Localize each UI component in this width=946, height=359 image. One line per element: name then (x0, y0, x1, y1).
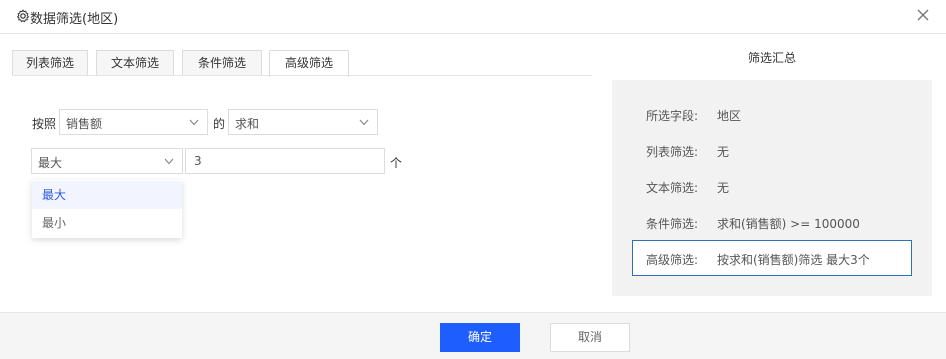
summary-key: 列表筛选: (646, 145, 699, 159)
summary-row-list: 列表筛选: 无 (612, 138, 932, 162)
summary-value: 无 (717, 145, 730, 159)
summary-key: 高级筛选: (646, 253, 699, 267)
summary-value: 按求和(销售额)筛选 最大3个 (717, 253, 870, 267)
dropdown-option-min[interactable]: 最小 (32, 209, 182, 237)
summary-value: 无 (717, 181, 730, 195)
chevron-down-icon (164, 158, 174, 165)
dialog-header: 数据筛选(地区) (0, 0, 946, 34)
summary-title: 筛选汇总 (747, 51, 796, 65)
dropdown-option-max[interactable]: 最大 (32, 181, 182, 209)
field-select-value: 销售额 (66, 117, 103, 131)
mode-select-value: 最大 (38, 156, 63, 170)
dialog-footer: 确定 取消 (0, 312, 946, 359)
close-icon[interactable] (916, 8, 930, 22)
summary-key: 所选字段: (646, 109, 699, 123)
mode-select[interactable]: 最大 (31, 148, 183, 174)
summary-row-advanced: 高级筛选: 按求和(销售额)筛选 最大3个 (632, 240, 912, 276)
tab-condition-filter[interactable]: 条件筛选 (182, 50, 262, 76)
aggregate-select[interactable]: 求和 (228, 109, 378, 135)
tab-list-filter[interactable]: 列表筛选 (12, 50, 88, 76)
cancel-button[interactable]: 取消 (550, 323, 630, 352)
tab-advanced-filter[interactable]: 高级筛选 (269, 50, 349, 77)
summary-value: 地区 (717, 109, 742, 123)
mode-dropdown-menu: 最大 最小 (32, 180, 182, 238)
dialog-title: 数据筛选(地区) (30, 12, 119, 27)
gear-icon (16, 9, 30, 23)
of-label: 的 (213, 117, 226, 131)
count-input-value: 3 (194, 154, 202, 168)
count-input[interactable]: 3 (185, 148, 385, 174)
unit-label: 个 (390, 156, 403, 170)
tabs-divider (12, 75, 592, 76)
summary-key: 文本筛选: (646, 181, 699, 195)
aggregate-select-value: 求和 (235, 117, 260, 131)
summary-key: 条件筛选: (646, 217, 699, 231)
summary-panel: 所选字段: 地区 列表筛选: 无 文本筛选: 无 条件筛选: 求和(销售额) >… (612, 80, 932, 296)
summary-row-condition: 条件筛选: 求和(销售额) >= 100000 (612, 210, 932, 234)
summary-row-text: 文本筛选: 无 (612, 174, 932, 198)
confirm-button[interactable]: 确定 (440, 323, 520, 352)
summary-row-field: 所选字段: 地区 (612, 102, 932, 126)
chevron-down-icon (189, 119, 199, 126)
field-select[interactable]: 销售额 (59, 109, 208, 135)
tab-text-filter[interactable]: 文本筛选 (96, 50, 174, 76)
chevron-down-icon (359, 119, 369, 126)
by-label: 按照 (32, 117, 57, 131)
summary-value: 求和(销售额) >= 100000 (717, 217, 860, 231)
